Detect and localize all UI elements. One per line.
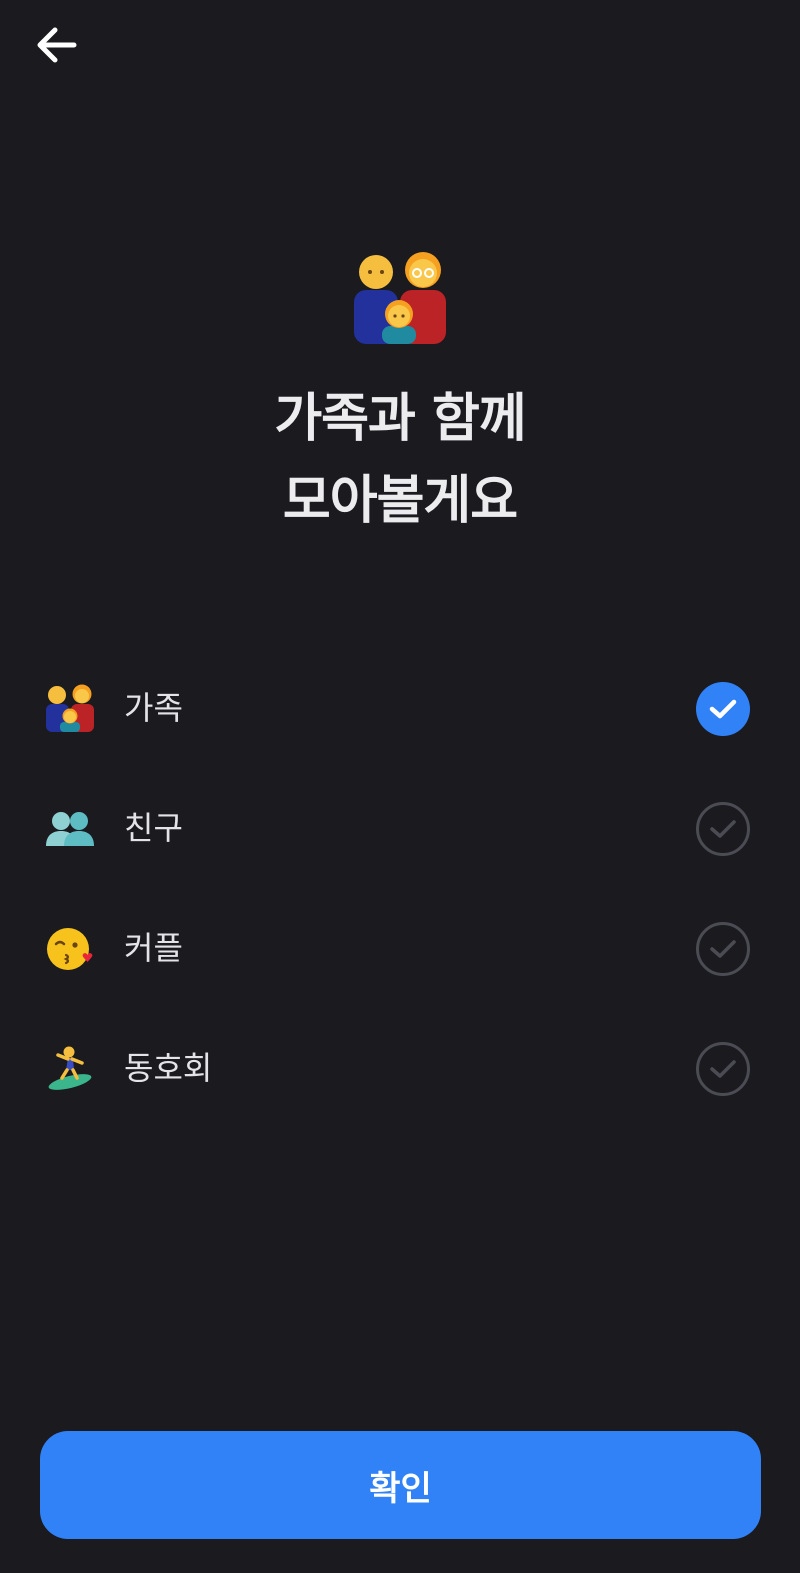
check-icon: [710, 1060, 736, 1078]
people-emoji-icon: [46, 812, 94, 846]
option-family[interactable]: 가족: [0, 658, 800, 758]
option-friends[interactable]: 친구: [0, 778, 800, 878]
surfer-emoji-icon: [48, 1046, 92, 1090]
arrow-left-icon: [37, 27, 77, 63]
page-title: 가족과 함께 모아볼게요: [0, 378, 800, 542]
option-label: 커플: [124, 929, 183, 967]
confirm-button[interactable]: 확인: [40, 1431, 761, 1539]
option-label: 동호회: [124, 1049, 213, 1087]
family-emoji-icon: [46, 684, 94, 732]
screen: 가족과 함께 모아볼게요 가족 친구 커플 동호회 확인: [0, 0, 800, 1573]
option-label: 친구: [124, 809, 183, 847]
option-label: 가족: [124, 689, 183, 727]
checkbox-unchecked[interactable]: [696, 922, 750, 976]
back-button[interactable]: [28, 20, 84, 70]
title-line-2: 모아볼게요: [282, 471, 518, 531]
checkbox-unchecked[interactable]: [696, 802, 750, 856]
kissing-face-emoji-icon: [47, 928, 93, 970]
checkbox-unchecked[interactable]: [696, 1042, 750, 1096]
title-line-1: 가족과 함께: [274, 389, 526, 449]
family-emoji-icon: [354, 252, 446, 344]
check-icon: [710, 940, 736, 958]
checkbox-checked[interactable]: [696, 682, 750, 736]
option-club[interactable]: 동호회: [0, 1018, 800, 1118]
check-icon: [710, 820, 736, 838]
check-icon: [709, 699, 737, 719]
option-couple[interactable]: 커플: [0, 898, 800, 998]
